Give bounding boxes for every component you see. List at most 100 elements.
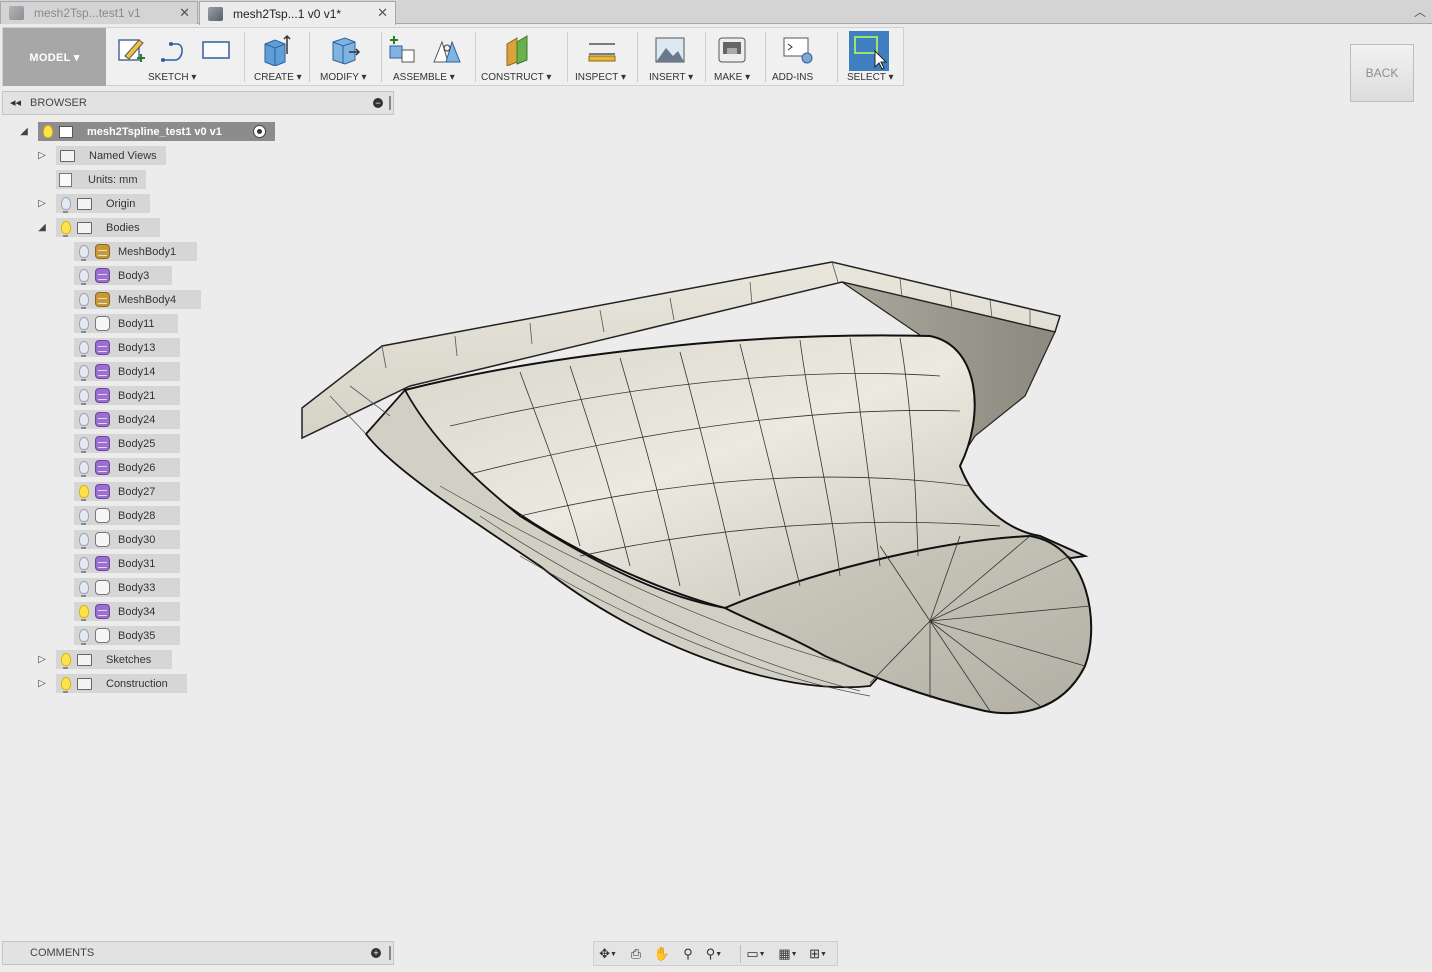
close-icon[interactable]: ✕	[377, 5, 388, 21]
visibility-bulb-icon[interactable]	[79, 437, 89, 453]
visibility-bulb-icon[interactable]	[79, 341, 89, 357]
zoom-icon[interactable]: ⚲	[678, 946, 698, 962]
workspace-switcher-button[interactable]: MODEL ▾	[3, 28, 106, 86]
tree-node-construction[interactable]: Construction	[56, 674, 187, 693]
visibility-bulb-icon[interactable]	[79, 293, 89, 309]
tree-node-body[interactable]: Body31	[74, 554, 180, 573]
scripts-addins-icon[interactable]	[781, 34, 815, 66]
inspect-menu-label[interactable]: INSPECT ▾	[575, 72, 626, 83]
insert-group[interactable]: INSERT ▾	[643, 28, 701, 86]
create-menu-label[interactable]: CREATE ▾	[254, 72, 302, 83]
tree-node-body[interactable]: Body28	[74, 506, 180, 525]
tree-node-body[interactable]: Body21	[74, 386, 180, 405]
tree-node-body[interactable]: MeshBody4	[74, 290, 201, 309]
canvas-viewport[interactable]	[0, 86, 1432, 936]
tree-node-bodies[interactable]: Bodies	[56, 218, 160, 237]
assemble-menu-label[interactable]: ASSEMBLE ▾	[393, 72, 455, 83]
tree-node-units[interactable]: Units: mm	[56, 170, 146, 189]
tree-node-body[interactable]: Body30	[74, 530, 180, 549]
grid-settings-icon[interactable]: ▦▼	[778, 946, 798, 962]
visibility-bulb-icon[interactable]	[79, 509, 89, 525]
expanded-triangle-icon[interactable]: ◢	[18, 125, 30, 137]
new-component-icon[interactable]	[386, 34, 420, 66]
visibility-bulb-icon[interactable]	[79, 389, 89, 405]
visibility-bulb-icon[interactable]	[79, 629, 89, 645]
active-radio-icon[interactable]	[253, 125, 266, 138]
look-at-icon[interactable]: ⎙	[626, 946, 646, 962]
visibility-bulb-icon[interactable]	[79, 581, 89, 597]
add-comment-icon[interactable]: +	[371, 948, 381, 958]
collapsed-triangle-icon[interactable]: ▷	[36, 677, 48, 689]
tree-node-body[interactable]: Body33	[74, 578, 180, 597]
offset-plane-icon[interactable]	[501, 34, 535, 66]
measure-icon[interactable]	[585, 34, 619, 66]
visibility-bulb-icon[interactable]	[79, 461, 89, 477]
press-pull-icon[interactable]	[327, 34, 361, 66]
collapsed-triangle-icon[interactable]: ▷	[36, 197, 48, 209]
tree-node-body[interactable]: Body24	[74, 410, 180, 429]
tree-node-sketches[interactable]: Sketches	[56, 650, 172, 669]
select-menu-label[interactable]: SELECT ▾	[847, 72, 894, 83]
pan-hand-icon[interactable]: ✋	[652, 946, 672, 962]
tree-node-body[interactable]: MeshBody1	[74, 242, 197, 261]
panel-grip-icon[interactable]	[389, 96, 391, 110]
modify-group[interactable]: MODIFY ▾	[315, 28, 377, 86]
tree-node-body[interactable]: Body13	[74, 338, 180, 357]
orbit-icon[interactable]: ✥▼	[598, 946, 618, 962]
view-cube[interactable]: BACK	[1350, 44, 1414, 102]
create-sketch-icon[interactable]	[115, 34, 149, 66]
create-group[interactable]: CREATE ▾	[249, 28, 305, 86]
line-icon[interactable]	[157, 34, 191, 66]
construct-group[interactable]: CONSTRUCT ▾	[479, 28, 565, 86]
visibility-bulb-icon[interactable]	[79, 365, 89, 381]
sketch-menu-label[interactable]: SKETCH ▾	[148, 72, 196, 83]
visibility-bulb-icon[interactable]	[61, 677, 71, 693]
fit-window-icon[interactable]: ⚲▼	[704, 946, 724, 962]
tree-node-body[interactable]: Body11	[74, 314, 178, 333]
collapsed-triangle-icon[interactable]: ▷	[36, 653, 48, 665]
3d-print-icon[interactable]	[715, 34, 749, 66]
tree-node-named-views[interactable]: Named Views	[56, 146, 166, 165]
make-menu-label[interactable]: MAKE ▾	[714, 72, 750, 83]
select-icon[interactable]	[849, 31, 889, 71]
modify-menu-label[interactable]: MODIFY ▾	[320, 72, 367, 83]
visibility-bulb-icon[interactable]	[79, 413, 89, 429]
display-settings-icon[interactable]: ▭▼	[746, 946, 766, 962]
visibility-bulb-icon[interactable]	[79, 533, 89, 549]
tree-node-body[interactable]: Body26	[74, 458, 180, 477]
minimize-icon[interactable]: −	[373, 98, 383, 108]
tree-root-document[interactable]: mesh2Tspline_test1 v0 v1	[38, 122, 275, 141]
visibility-bulb-icon[interactable]	[61, 197, 71, 213]
add-ins-menu-label[interactable]: ADD-INS	[772, 72, 813, 83]
visibility-bulb-icon[interactable]	[79, 557, 89, 573]
panel-grip-icon[interactable]	[389, 946, 391, 960]
tree-node-body[interactable]: Body27	[74, 482, 180, 501]
assemble-group[interactable]: ASSEMBLE ▾	[386, 28, 472, 86]
visibility-bulb-icon[interactable]	[79, 245, 89, 261]
visibility-bulb-icon[interactable]	[79, 269, 89, 285]
close-icon[interactable]: ✕	[179, 5, 190, 21]
chevron-up-icon[interactable]: ︿	[1414, 3, 1426, 20]
visibility-bulb-icon[interactable]	[43, 125, 53, 141]
tree-node-body[interactable]: Body14	[74, 362, 180, 381]
tree-node-body[interactable]: Body35	[74, 626, 180, 645]
tree-node-body[interactable]: Body3	[74, 266, 172, 285]
tab-document-1[interactable]: mesh2Tsp...test1 v1 ✕	[0, 1, 198, 24]
collapse-panel-icon[interactable]: ◂◂	[10, 96, 21, 109]
visibility-bulb-icon[interactable]	[61, 653, 71, 669]
visibility-bulb-icon[interactable]	[79, 317, 89, 333]
insert-menu-label[interactable]: INSERT ▾	[649, 72, 693, 83]
tree-node-body[interactable]: Body25	[74, 434, 180, 453]
view-cube-face-label[interactable]: BACK	[1366, 66, 1399, 80]
add-ins-group[interactable]: ADD-INS	[769, 28, 833, 86]
expanded-triangle-icon[interactable]: ◢	[36, 221, 48, 233]
visibility-bulb-icon[interactable]	[79, 605, 89, 621]
collapsed-triangle-icon[interactable]: ▷	[36, 149, 48, 161]
select-group[interactable]: SELECT ▾	[841, 28, 901, 86]
extrude-icon[interactable]	[259, 34, 293, 66]
inspect-group[interactable]: INSPECT ▾	[573, 28, 633, 86]
joint-icon[interactable]	[430, 34, 464, 66]
sketch-group[interactable]: SKETCH ▾	[111, 28, 241, 86]
insert-image-icon[interactable]	[653, 34, 687, 66]
tree-node-body[interactable]: Body34	[74, 602, 180, 621]
